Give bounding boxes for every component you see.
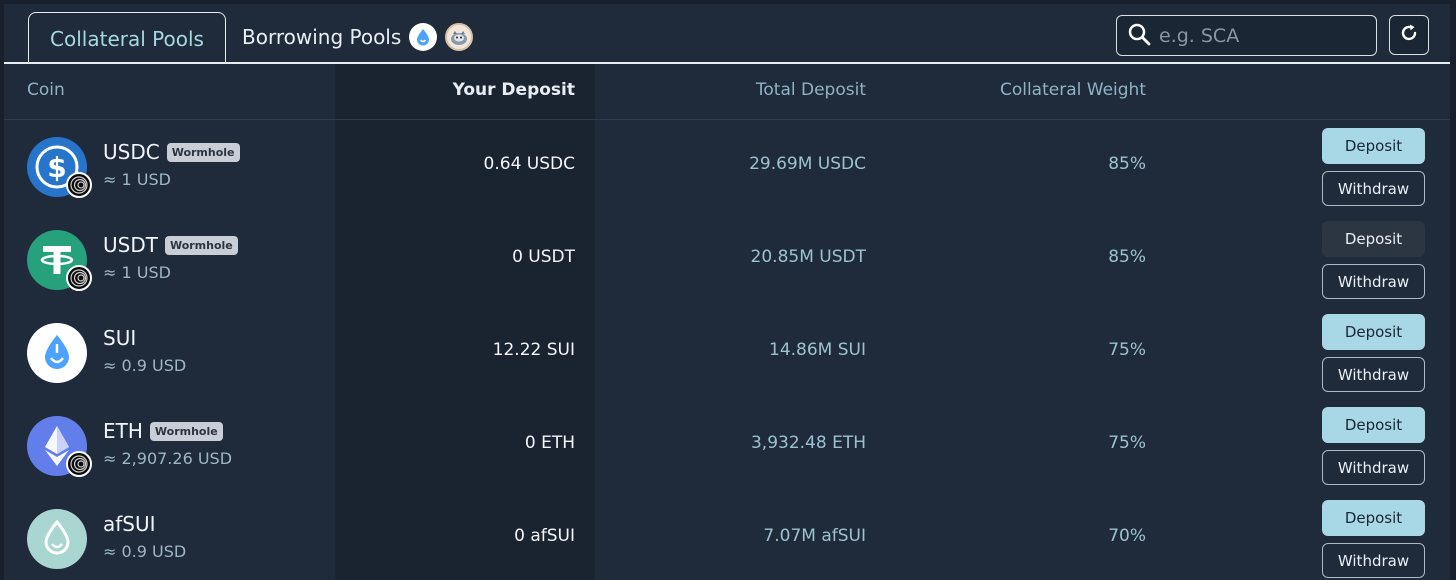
- wormhole-tag: Wormhole: [149, 421, 223, 441]
- coin-name: afSUI: [103, 512, 156, 536]
- coin-price: ≈ 1 USD: [103, 170, 171, 189]
- header-your-deposit[interactable]: Your Deposit: [335, 80, 575, 100]
- total-deposit-value: 20.85M USDT: [750, 247, 866, 267]
- table-row: USDT Wormhole ≈ 1 USD 0 USDT 20.85M USDT…: [4, 213, 1450, 306]
- tab-collateral-pools[interactable]: Collateral Pools: [28, 12, 226, 66]
- coin-symbol: afSUI: [103, 512, 156, 536]
- deposit-button[interactable]: Deposit: [1322, 128, 1425, 164]
- your-deposit-value: 0 USDT: [512, 247, 575, 267]
- collateral-weight-value: 75%: [1108, 433, 1146, 453]
- mascot-icon: [445, 23, 474, 51]
- withdraw-button[interactable]: Withdraw: [1322, 171, 1425, 206]
- your-deposit-value: 0 afSUI: [514, 526, 575, 546]
- header-collateral-weight[interactable]: Collateral Weight: [904, 80, 1146, 100]
- your-deposit-value: 0.64 USDC: [483, 154, 575, 174]
- search-icon: [1127, 22, 1151, 50]
- tab-borrowing-pools-label: Borrowing Pools: [242, 25, 402, 49]
- tab-collateral-pools-label: Collateral Pools: [50, 26, 204, 51]
- window-edge-right: [1450, 0, 1456, 580]
- withdraw-button[interactable]: Withdraw: [1322, 450, 1425, 485]
- coin-symbol: USDC: [103, 140, 160, 164]
- wormhole-tag: Wormhole: [166, 142, 240, 162]
- refresh-button[interactable]: [1389, 15, 1429, 55]
- wormhole-badge-icon: [66, 265, 92, 291]
- table-row: SUI ≈ 0.9 USD 12.22 SUI 14.86M SUI 75% D…: [4, 306, 1450, 399]
- search-input[interactable]: [1159, 24, 1359, 47]
- coin-name: USDT Wormhole: [103, 233, 238, 257]
- wormhole-badge-icon: [66, 172, 92, 198]
- sui-coin-icon: [27, 323, 87, 383]
- coin-price: ≈ 0.9 USD: [103, 356, 187, 375]
- search-box[interactable]: [1116, 15, 1377, 56]
- sui-drop-icon: [409, 23, 438, 51]
- coin-symbol: USDT: [103, 233, 158, 257]
- total-deposit-value: 7.07M afSUI: [763, 526, 866, 546]
- coin-symbol: SUI: [103, 326, 137, 350]
- deposit-button[interactable]: Deposit: [1322, 500, 1425, 536]
- coin-price: ≈ 2,907.26 USD: [103, 449, 233, 468]
- tab-bar: Collateral Pools Borrowing Pools: [4, 4, 1450, 66]
- svg-text:$: $: [47, 151, 66, 184]
- coin-name: ETH Wormhole: [103, 419, 223, 443]
- your-deposit-value: 12.22 SUI: [492, 340, 575, 360]
- header-total-deposit[interactable]: Total Deposit: [604, 80, 866, 100]
- coin-price: ≈ 1 USD: [103, 263, 171, 282]
- table-row: $ USDC Wormhole ≈ 1 USD 0.64 USDC 29.69M…: [4, 120, 1450, 213]
- wormhole-tag: Wormhole: [164, 235, 238, 255]
- coin-name: USDC Wormhole: [103, 140, 240, 164]
- table-header: Coin Your Deposit Total Deposit Collater…: [4, 64, 1450, 120]
- collateral-weight-value: 85%: [1108, 154, 1146, 174]
- your-deposit-value: 0 ETH: [524, 433, 575, 453]
- deposit-button[interactable]: Deposit: [1322, 314, 1425, 350]
- header-coin: Coin: [27, 80, 65, 100]
- total-deposit-value: 14.86M SUI: [769, 340, 866, 360]
- refresh-icon: [1398, 22, 1420, 48]
- total-deposit-value: 29.69M USDC: [749, 154, 866, 174]
- withdraw-button[interactable]: Withdraw: [1322, 357, 1425, 392]
- coin-symbol: ETH: [103, 419, 143, 443]
- coin-price: ≈ 0.9 USD: [103, 542, 187, 561]
- table-row: ETH Wormhole ≈ 2,907.26 USD 0 ETH 3,932.…: [4, 399, 1450, 492]
- wormhole-badge-icon: [66, 451, 92, 477]
- collateral-weight-value: 75%: [1108, 340, 1146, 360]
- deposit-button[interactable]: Deposit: [1322, 407, 1425, 443]
- deposit-button[interactable]: Deposit: [1322, 221, 1425, 257]
- withdraw-button[interactable]: Withdraw: [1322, 264, 1425, 299]
- collateral-weight-value: 85%: [1108, 247, 1146, 267]
- afsui-coin-icon: [27, 509, 87, 569]
- table-row: afSUI ≈ 0.9 USD 0 afSUI 7.07M afSUI 70% …: [4, 492, 1450, 580]
- tab-borrowing-pools[interactable]: Borrowing Pools: [242, 16, 474, 58]
- coin-name: SUI: [103, 326, 136, 350]
- collateral-weight-value: 70%: [1108, 526, 1146, 546]
- withdraw-button[interactable]: Withdraw: [1322, 543, 1425, 578]
- total-deposit-value: 3,932.48 ETH: [750, 433, 866, 453]
